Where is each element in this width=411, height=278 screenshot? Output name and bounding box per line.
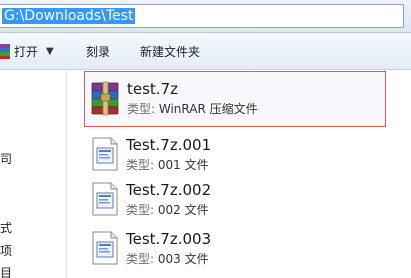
file-type-value: WinRAR 压缩文件 bbox=[158, 102, 258, 116]
file-type: 类型: 003 文件 bbox=[126, 252, 209, 267]
file-type: 类型: 001 文件 bbox=[126, 158, 209, 173]
file-type: 类型: 002 文件 bbox=[126, 203, 209, 218]
file-name: test.7z bbox=[127, 80, 178, 98]
file-type-label: 类型: bbox=[126, 158, 158, 172]
nav-item-fragment[interactable]: 项 bbox=[0, 244, 12, 258]
file-name: Test.7z.003 bbox=[126, 230, 212, 248]
address-input[interactable]: G:\Downloads\Test bbox=[0, 4, 404, 28]
generic-file-icon bbox=[92, 137, 118, 171]
winrar-archive-icon bbox=[91, 81, 119, 116]
burn-button[interactable]: 刻录 bbox=[86, 43, 110, 61]
archive-open-icon bbox=[0, 44, 10, 59]
file-type-label: 类型: bbox=[127, 102, 159, 116]
address-path[interactable]: G:\Downloads\Test bbox=[2, 8, 136, 24]
file-item-test-7z[interactable]: test.7z 类型: WinRAR 压缩文件 bbox=[84, 71, 386, 127]
file-type-value: 001 文件 bbox=[157, 158, 209, 172]
file-type: 类型: WinRAR 压缩文件 bbox=[127, 102, 258, 117]
nav-item-fragment[interactable]: 目 bbox=[0, 266, 12, 278]
file-type-value: 003 文件 bbox=[157, 252, 209, 266]
address-bar: G:\Downloads\Test bbox=[0, 0, 411, 33]
new-folder-button[interactable]: 新建文件夹 bbox=[140, 43, 200, 61]
file-type-label: 类型: bbox=[126, 203, 158, 217]
file-type-label: 类型: bbox=[126, 252, 158, 266]
command-toolbar: 打开 ▼ 刻录 新建文件夹 bbox=[0, 33, 411, 70]
file-item-test-7z-002[interactable]: Test.7z.002 类型: 002 文件 bbox=[84, 173, 384, 229]
navigation-pane: 司 式 项 目 bbox=[0, 70, 67, 278]
open-dropdown-arrow-icon[interactable]: ▼ bbox=[46, 43, 54, 61]
open-label: 打开 bbox=[14, 45, 39, 59]
file-type-value: 002 文件 bbox=[157, 203, 209, 217]
nav-item-fragment[interactable]: 式 bbox=[0, 221, 12, 235]
file-name: Test.7z.001 bbox=[126, 136, 212, 154]
file-item-test-7z-003[interactable]: Test.7z.003 类型: 003 文件 bbox=[84, 222, 384, 278]
nav-item-fragment[interactable]: 司 bbox=[0, 152, 12, 166]
generic-file-icon bbox=[92, 231, 118, 265]
file-name: Test.7z.002 bbox=[126, 181, 212, 199]
generic-file-icon bbox=[92, 182, 118, 216]
